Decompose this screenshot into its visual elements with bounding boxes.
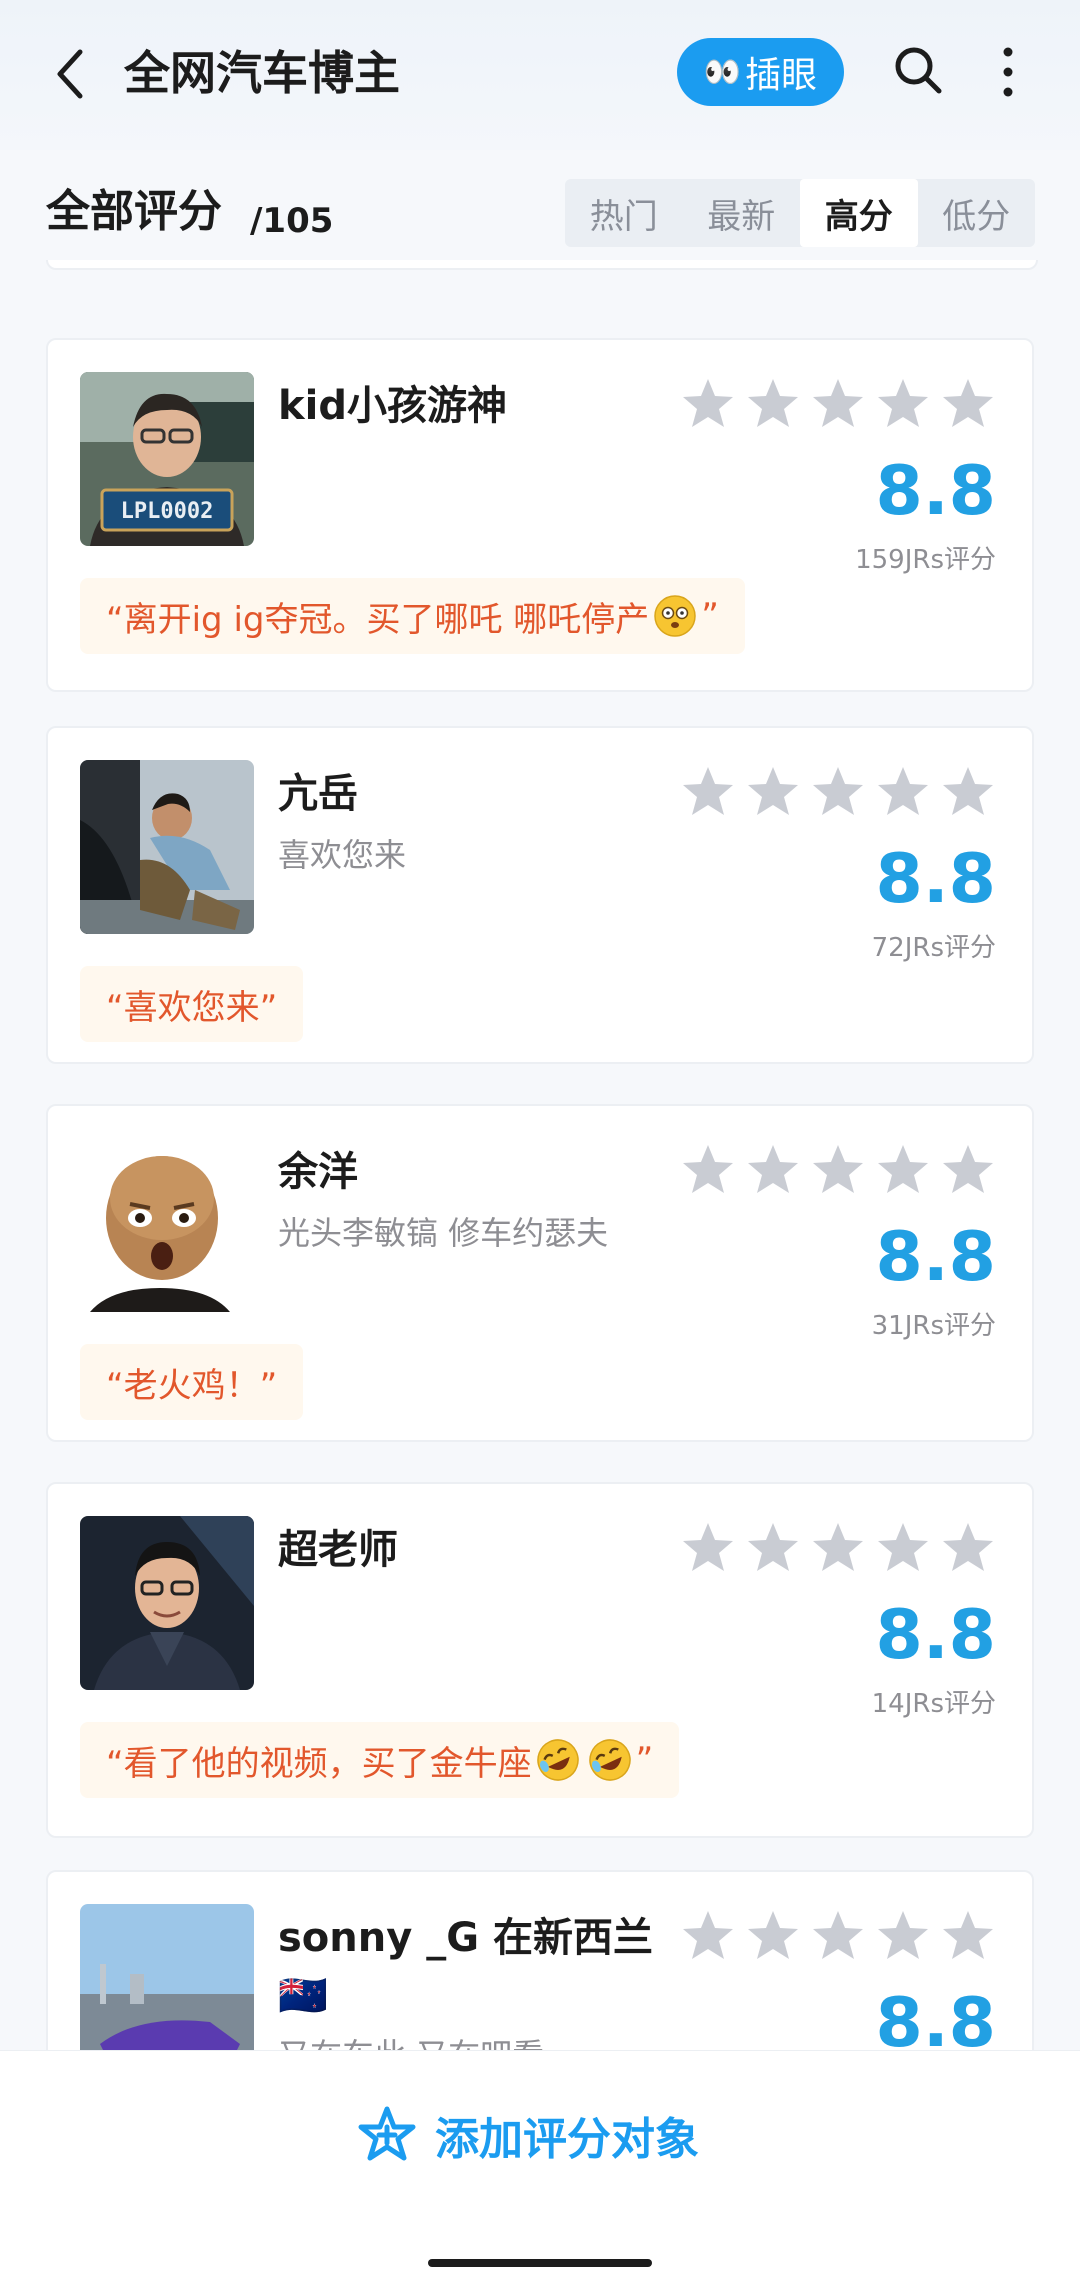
- rating-card[interactable]: 余洋 光头李敏镐 修车约瑟夫 8.8 31JRs评分 “老火鸡！”: [46, 1104, 1034, 1442]
- top-bar: 全网汽车博主 👀 插眼: [0, 0, 1080, 150]
- avatar: LPL0002: [80, 372, 254, 546]
- top-comment-text: “看了他的视频，买了金牛座: [106, 1743, 532, 1784]
- star-icon: [878, 1145, 928, 1193]
- peek-button[interactable]: 👀 插眼: [677, 38, 844, 106]
- more-options-icon[interactable]: [994, 44, 1022, 100]
- svg-text:LPL0002: LPL0002: [121, 499, 214, 524]
- blogger-name: 亢岳: [278, 771, 358, 817]
- avatar: [80, 1904, 254, 2050]
- score: 8.8: [875, 1218, 996, 1297]
- blogger-name: kid小孩游神: [278, 383, 507, 429]
- star-icon: [813, 1911, 863, 1959]
- back-arrow-icon[interactable]: [50, 44, 94, 104]
- score: 8.8: [875, 1984, 996, 2050]
- rater-count: 31JRs评分: [871, 1311, 996, 1341]
- star-icon: [683, 767, 733, 815]
- tab-latest[interactable]: 最新: [683, 179, 801, 247]
- top-comment-text: “喜欢您来”: [106, 987, 278, 1028]
- star-icon: [878, 379, 928, 427]
- star-icon: [748, 767, 798, 815]
- tab-hot[interactable]: 热门: [565, 179, 683, 247]
- eyes-icon: 👀: [703, 54, 741, 90]
- rating-card[interactable]: sonny _G 在新西兰 🇳🇿 又在车此 又在吧看 8.8: [46, 1870, 1034, 2050]
- top-comment-end: ”: [635, 1740, 654, 1780]
- star-icon: [943, 379, 993, 427]
- blogger-name: sonny _G 在新西兰: [278, 1915, 653, 1961]
- star-icon: [943, 767, 993, 815]
- rolling-laughing-face-emoji-icon: [588, 1739, 631, 1781]
- score: 8.8: [875, 1596, 996, 1675]
- rater-count: 159JRs评分: [855, 545, 996, 575]
- add-rating-target-label: 添加评分对象: [435, 2114, 699, 2165]
- star-icon: [683, 1523, 733, 1571]
- star-icon: [748, 1911, 798, 1959]
- rating-list[interactable]: LPL0002 kid小孩游神 8.8 159JRs评分 “离开ig ig夺冠。…: [0, 260, 1080, 2050]
- nz-flag-icon: 🇳🇿: [278, 1973, 328, 2019]
- rater-count: 72JRs评分: [871, 933, 996, 963]
- add-rating-target-button[interactable]: 添加评分对象: [355, 2099, 699, 2171]
- star-plus-icon: [358, 2106, 416, 2161]
- score: 8.8: [875, 452, 996, 531]
- search-icon[interactable]: [893, 45, 943, 95]
- previous-card-edge: [46, 260, 1038, 270]
- star-icon: [813, 379, 863, 427]
- home-indicator: [428, 2259, 652, 2267]
- star-icon: [878, 1523, 928, 1571]
- star-rating: [680, 1908, 996, 1964]
- rater-count: 14JRs评分: [871, 1689, 996, 1719]
- star-rating: [680, 764, 996, 820]
- top-comment[interactable]: “老火鸡！”: [80, 1344, 304, 1420]
- star-icon: [748, 1145, 798, 1193]
- blogger-bio: 光头李敏镐 修车约瑟夫: [278, 1214, 609, 1252]
- tab-high-score[interactable]: 高分: [800, 179, 918, 247]
- blogger-bio: 喜欢您来: [278, 836, 407, 874]
- rating-card[interactable]: 亢岳 喜欢您来 8.8 72JRs评分 “喜欢您来”: [46, 726, 1034, 1064]
- avatar: [80, 760, 254, 934]
- blogger-bio: 又在车此 又在吧看: [278, 2032, 544, 2050]
- star-icon: [878, 1911, 928, 1959]
- score: 8.8: [875, 840, 996, 919]
- star-icon: [813, 767, 863, 815]
- star-icon: [943, 1911, 993, 1959]
- star-icon: [813, 1523, 863, 1571]
- star-icon: [878, 767, 928, 815]
- top-comment-end: ”: [701, 596, 719, 636]
- rolling-laughing-face-emoji-icon: [536, 1739, 579, 1781]
- star-icon: [943, 1145, 993, 1193]
- star-icon: [683, 379, 733, 427]
- tab-low-score[interactable]: 低分: [918, 179, 1036, 247]
- section-title: 全部评分: [46, 186, 222, 237]
- star-rating: [680, 376, 996, 432]
- ratings-count: /105: [250, 201, 334, 241]
- blogger-name: 超老师: [278, 1527, 398, 1573]
- blogger-name: 余洋: [278, 1149, 358, 1195]
- star-icon: [943, 1523, 993, 1571]
- top-comment-text: “老火鸡！”: [106, 1365, 278, 1406]
- rating-card[interactable]: 超老师 8.8 14JRs评分 “看了他的视频，买了金牛座 ”: [46, 1482, 1034, 1838]
- star-icon: [683, 1145, 733, 1193]
- rating-card[interactable]: LPL0002 kid小孩游神 8.8 159JRs评分 “离开ig ig夺冠。…: [46, 338, 1034, 692]
- star-icon: [813, 1145, 863, 1193]
- star-icon: [683, 1911, 733, 1959]
- top-comment[interactable]: “看了他的视频，买了金牛座 ”: [80, 1722, 680, 1798]
- star-icon: [748, 1523, 798, 1571]
- dizzy-face-emoji-icon: [654, 595, 697, 637]
- top-comment-text: “离开ig ig夺冠。买了哪吒 哪吒停产: [106, 599, 650, 640]
- star-icon: [748, 379, 798, 427]
- peek-button-label: 插眼: [745, 55, 818, 96]
- top-comment[interactable]: “离开ig ig夺冠。买了哪吒 哪吒停产 ”: [80, 578, 745, 654]
- top-comment[interactable]: “喜欢您来”: [80, 966, 304, 1042]
- sort-tabs: 热门 最新 高分 低分: [565, 179, 1035, 247]
- bottom-bar: 添加评分对象: [0, 2050, 1080, 2295]
- avatar: [80, 1138, 254, 1312]
- page-title: 全网汽车博主: [124, 46, 400, 100]
- avatar: [80, 1516, 254, 1690]
- star-rating: [680, 1142, 996, 1198]
- star-rating: [680, 1520, 996, 1576]
